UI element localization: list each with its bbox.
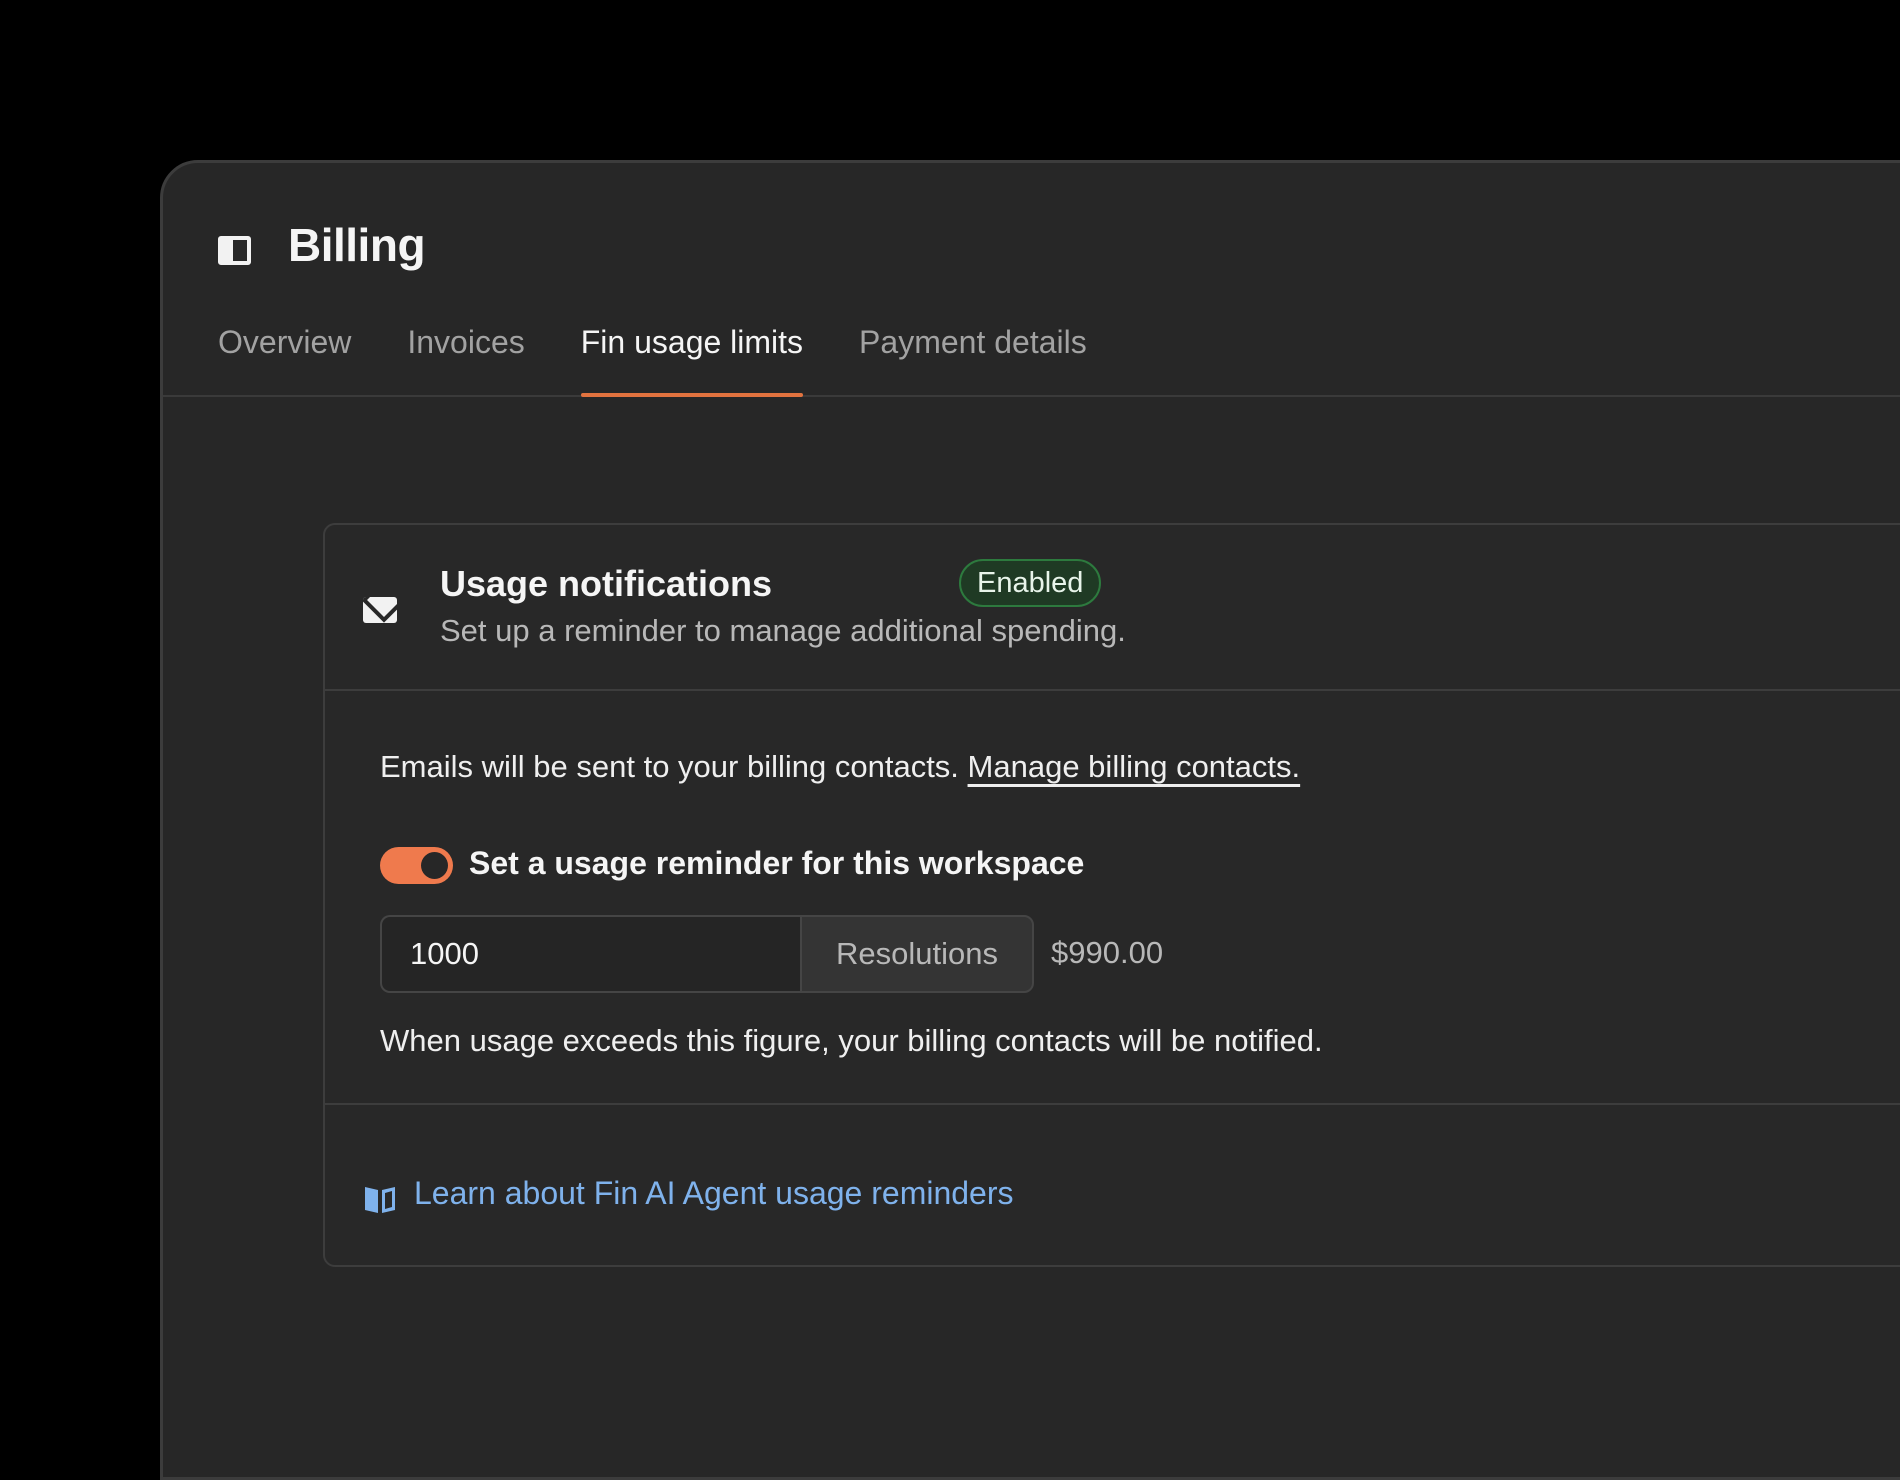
billing-window: Billing Overview Invoices Fin usage limi… [160, 160, 1900, 1480]
reminder-input-group: Resolutions [380, 915, 1034, 993]
price-estimate: $990.00 [1051, 935, 1164, 970]
manage-billing-contacts-link[interactable]: Manage billing contacts. [968, 749, 1301, 784]
book-icon [365, 1187, 395, 1213]
tab-payment-details[interactable]: Payment details [859, 323, 1087, 397]
tab-invoices[interactable]: Invoices [407, 323, 524, 397]
page-header: Billing Overview Invoices Fin usage limi… [163, 163, 1900, 397]
usage-threshold-input[interactable] [380, 915, 800, 993]
divider [325, 1103, 1900, 1105]
usage-notifications-card: Usage notifications Enabled Set up a rem… [323, 523, 1900, 1267]
tab-overview[interactable]: Overview [218, 323, 351, 397]
tab-bar: Overview Invoices Fin usage limits Payme… [218, 323, 1143, 397]
learn-usage-reminders-link[interactable]: Learn about Fin AI Agent usage reminders [414, 1175, 1014, 1212]
usage-reminder-toggle[interactable] [380, 847, 453, 884]
billing-contacts-info: Emails will be sent to your billing cont… [380, 749, 1300, 785]
mail-icon [363, 597, 397, 623]
help-text: When usage exceeds this figure, your bil… [380, 1023, 1323, 1058]
card-subtitle: Set up a reminder to manage additional s… [440, 613, 1126, 648]
page-title: Billing [288, 219, 426, 271]
status-badge: Enabled [959, 559, 1102, 607]
card-title: Usage notifications [440, 563, 773, 604]
unit-label: Resolutions [800, 915, 1034, 993]
tab-fin-usage-limits[interactable]: Fin usage limits [580, 323, 804, 397]
info-text: Emails will be sent to your billing cont… [380, 749, 959, 784]
card-header: Usage notifications Enabled Set up a rem… [325, 525, 1900, 691]
toggle-label: Set a usage reminder for this workspace [469, 845, 1085, 881]
sidebar-toggle-icon[interactable] [218, 236, 251, 265]
